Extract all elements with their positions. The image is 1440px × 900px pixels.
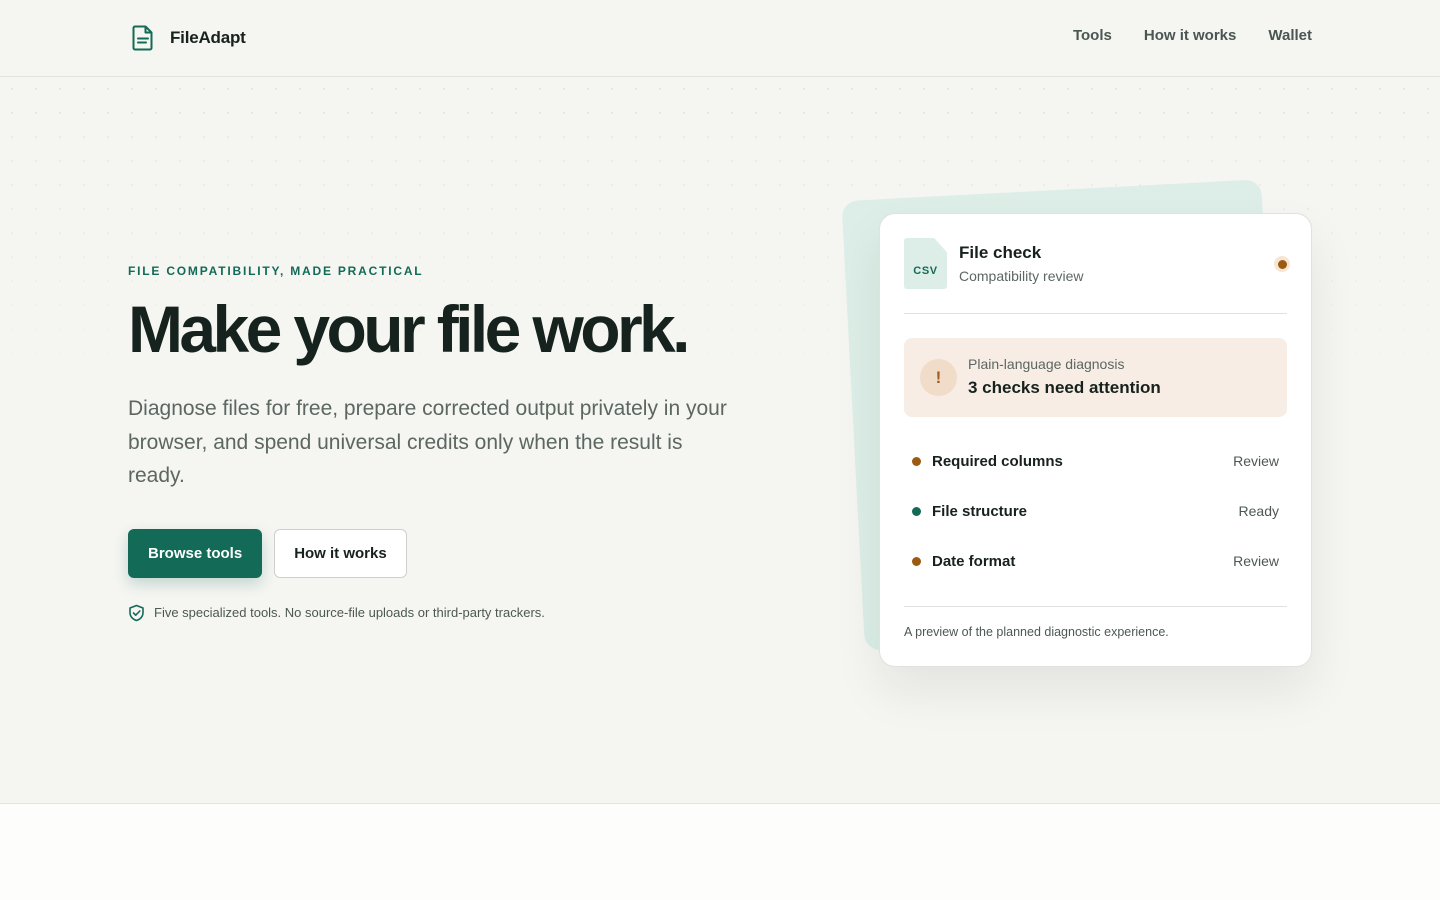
status-indicator-icon — [1274, 256, 1290, 272]
diagnosis-value: 3 checks need attention — [968, 378, 1161, 397]
check-status-dot — [912, 556, 921, 566]
warning-icon: ! — [920, 359, 957, 396]
card-divider-top — [904, 313, 1287, 314]
site-header: FileAdapt Tools How it works Wallet — [0, 0, 1440, 77]
check-status-dot — [912, 456, 921, 466]
card-title: File check — [959, 243, 1042, 262]
nav-how-it-works[interactable]: How it works — [1144, 27, 1237, 44]
check-name: File structure — [932, 502, 1028, 520]
check-status: Review — [1233, 553, 1279, 569]
document-icon — [132, 25, 153, 51]
diagnosis-label: Plain-language diagnosis — [968, 356, 1125, 372]
card-divider-bottom — [904, 606, 1287, 607]
check-row-date-format: Date format Review — [904, 536, 1287, 586]
check-status: Ready — [1238, 503, 1279, 519]
browse-tools-button[interactable]: Browse tools — [128, 528, 263, 578]
brand-name: FileAdapt — [170, 28, 246, 47]
lower-section — [0, 803, 1440, 900]
nav-wallet[interactable]: Wallet — [1268, 27, 1312, 44]
card-footnote: A preview of the planned diagnostic expe… — [904, 625, 1169, 639]
brand-logo[interactable]: FileAdapt — [132, 25, 246, 51]
card-subtitle: Compatibility review — [959, 268, 1084, 284]
diagnosis-panel: ! Plain-language diagnosis 3 checks need… — [904, 338, 1287, 417]
privacy-note: Five specialized tools. No source-file u… — [128, 604, 748, 622]
shield-check-icon — [129, 604, 144, 621]
hero-section: FILE COMPATIBILITY, MADE PRACTICAL Make … — [128, 264, 748, 622]
hero-actions: Browse tools How it works — [128, 528, 748, 578]
file-check-card: CSV File check Compatibility review ! Pl… — [879, 213, 1312, 667]
check-list: Required columns Review File structure R… — [904, 436, 1287, 586]
check-status: Review — [1233, 453, 1279, 469]
hero-eyebrow: FILE COMPATIBILITY, MADE PRACTICAL — [128, 264, 424, 278]
privacy-note-text: Five specialized tools. No source-file u… — [154, 605, 545, 620]
csv-file-icon: CSV — [904, 238, 947, 289]
hero-lede: Diagnose files for free, prepare correct… — [128, 397, 727, 487]
how-it-works-button[interactable]: How it works — [274, 528, 407, 578]
check-name: Date format — [932, 552, 1016, 570]
main-nav: Tools How it works Wallet — [1073, 27, 1312, 44]
nav-tools[interactable]: Tools — [1073, 27, 1112, 44]
check-row-required-columns: Required columns Review — [904, 436, 1287, 486]
check-row-file-structure: File structure Ready — [904, 486, 1287, 536]
check-name: Required columns — [932, 452, 1063, 470]
hero-title: Make your file work. — [128, 292, 690, 366]
check-status-dot — [912, 506, 921, 516]
